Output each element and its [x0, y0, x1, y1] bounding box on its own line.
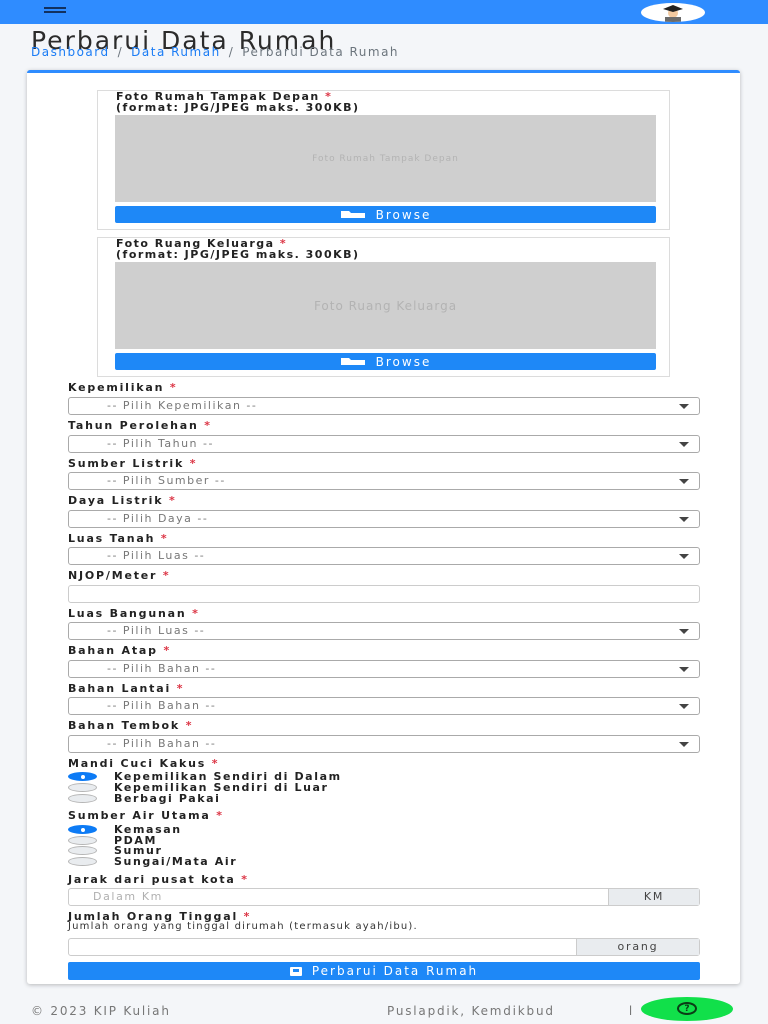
breadcrumb-data-rumah[interactable]: Data Rumah [131, 45, 221, 59]
question-icon: ? [677, 1002, 697, 1015]
kepemilikan-label: Kepemilikan * [68, 381, 178, 394]
breadcrumb-separator: / [228, 45, 235, 59]
jumlah-help-text: Jumlah orang yang tinggal dirumah (terma… [68, 921, 418, 932]
browse-button[interactable]: Browse [115, 206, 656, 223]
kepemilikan-select[interactable]: -- Pilih Kepemilikan -- [68, 397, 700, 415]
tahun-select[interactable]: -- Pilih Tahun -- [68, 435, 700, 453]
orang-addon: orang [576, 939, 699, 955]
photo-label: Foto Ruang Keluarga * (format: JPG/JPEG m… [116, 237, 360, 261]
luas-bangunan-label: Luas Bangunan * [68, 607, 200, 620]
breadcrumb-separator: / [117, 45, 124, 59]
photo-upload-family-room: Foto Ruang Keluarga * (format: JPG/JPEG m… [97, 237, 670, 377]
jarak-input-group: Dalam Km KM [68, 888, 700, 906]
radio-button[interactable] [68, 794, 97, 803]
luas-bangunan-select[interactable]: -- Pilih Luas -- [68, 622, 700, 640]
chevron-down-icon [679, 629, 689, 634]
bahan-atap-select[interactable]: -- Pilih Bahan -- [68, 660, 700, 678]
sumber-air-label: Sumber Air Utama * [68, 809, 224, 822]
bahan-lantai-select[interactable]: -- Pilih Bahan -- [68, 697, 700, 715]
help-button[interactable]: ? [641, 997, 733, 1021]
submit-button[interactable]: Perbarui Data Rumah [68, 962, 700, 980]
daya-listrik-select[interactable]: -- Pilih Daya -- [68, 510, 700, 528]
jarak-label: Jarak dari pusat kota * [68, 873, 249, 886]
jarak-input[interactable]: Dalam Km [69, 889, 609, 905]
radio-button[interactable] [68, 857, 97, 866]
luas-tanah-label: Luas Tanah * [68, 532, 169, 545]
chevron-down-icon [679, 554, 689, 559]
chevron-down-icon [679, 404, 689, 409]
sumber-listrik-select[interactable]: -- Pilih Sumber -- [68, 472, 700, 490]
njop-label: NJOP/Meter * [68, 569, 171, 582]
browse-button[interactable]: Browse [115, 353, 656, 370]
chevron-down-icon [679, 667, 689, 672]
bahan-tembok-label: Bahan Tembok * [68, 719, 194, 732]
radio-button[interactable] [68, 825, 97, 834]
jumlah-input[interactable] [69, 939, 577, 955]
radio-button[interactable] [68, 846, 97, 855]
km-addon: KM [608, 889, 699, 905]
mck-label: Mandi Cuci Kakus * [68, 757, 220, 770]
breadcrumb-current: Perbarui Data Rumah [242, 45, 400, 59]
form-card: Foto Rumah Tampak Depan * (format: JPG/JP… [27, 70, 740, 984]
jumlah-input-group: orang [68, 938, 700, 956]
chevron-down-icon [679, 704, 689, 709]
radio-button[interactable] [68, 772, 97, 781]
footer-credit: Puslapdik, Kemdikbud l [387, 1004, 634, 1018]
chevron-down-icon [679, 442, 689, 447]
breadcrumb: Dashboard / Data Rumah / Perbarui Data Rumah [31, 45, 399, 59]
folder-icon [340, 355, 366, 369]
njop-input[interactable] [68, 585, 700, 603]
breadcrumb-dashboard[interactable]: Dashboard [31, 45, 110, 59]
photo-upload-front: Foto Rumah Tampak Depan * (format: JPG/JP… [97, 90, 670, 230]
hamburger-menu-icon[interactable] [44, 7, 66, 17]
bahan-atap-label: Bahan Atap * [68, 644, 171, 657]
chevron-down-icon [679, 517, 689, 522]
graduate-avatar-icon[interactable] [641, 3, 705, 22]
chevron-down-icon [679, 742, 689, 747]
bahan-lantai-label: Bahan Lantai * [68, 682, 185, 695]
top-navbar [0, 0, 768, 24]
photo-label: Foto Rumah Tampak Depan * (format: JPG/JP… [116, 90, 360, 114]
bahan-tembok-select[interactable]: -- Pilih Bahan -- [68, 735, 700, 753]
chevron-down-icon [679, 479, 689, 484]
photo-preview[interactable]: Foto Ruang Keluarga [115, 262, 656, 349]
tahun-label: Tahun Perolehan * [68, 419, 212, 432]
radio-button[interactable] [68, 783, 97, 792]
air-option-sungai[interactable]: Sungai/Mata Air [68, 855, 237, 868]
radio-button[interactable] [68, 836, 97, 845]
photo-preview[interactable]: Foto Rumah Tampak Depan [115, 115, 656, 202]
folder-icon [340, 208, 366, 222]
daya-listrik-label: Daya Listrik * [68, 494, 177, 507]
luas-tanah-select[interactable]: -- Pilih Luas -- [68, 547, 700, 565]
sumber-listrik-label: Sumber Listrik * [68, 457, 198, 470]
footer-copyright: © 2023 KIP Kuliah [31, 1004, 171, 1018]
save-icon [289, 966, 302, 976]
mck-option-berbagi[interactable]: Berbagi Pakai [68, 792, 221, 805]
